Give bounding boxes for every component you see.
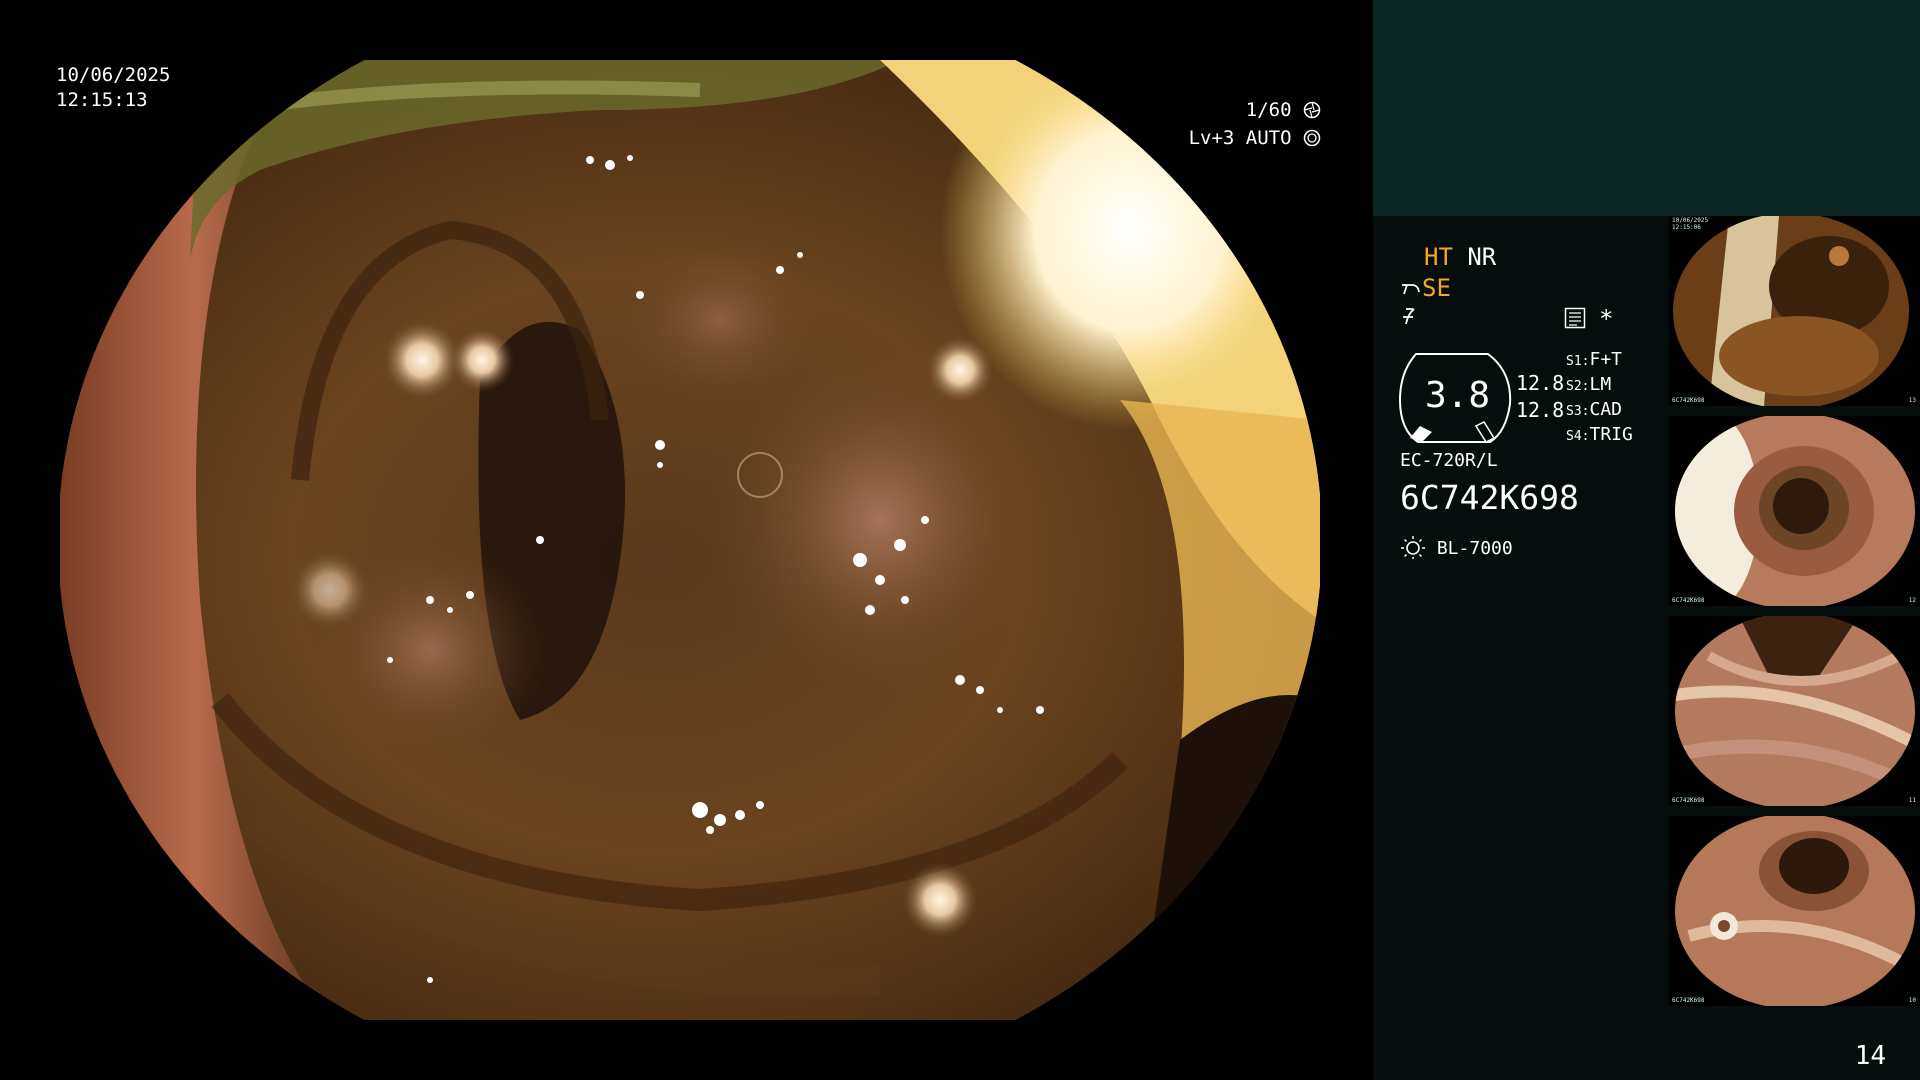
magnification-value: 3.8 — [1425, 375, 1491, 416]
exposure-mode: AUTO — [1245, 127, 1292, 149]
asterisk-icon: * — [1599, 305, 1614, 333]
thumbnail-image — [1675, 616, 1915, 806]
mode-nr: NR — [1467, 243, 1497, 271]
value-bottom: 12.8 — [1516, 398, 1565, 422]
brightness-level: Lv+3 — [1188, 127, 1235, 149]
settings-list-icon — [1564, 307, 1586, 329]
value-top: 12.8 — [1516, 371, 1565, 395]
lamp-icon — [1401, 536, 1425, 559]
info-panel: HT NR SE * 3.8 12.8 12.8 S1:F+T S2:LM S3… — [1373, 0, 1920, 1080]
switch-s2: S2:LM — [1566, 374, 1612, 395]
scope-model: EC-720R/L — [1400, 450, 1498, 471]
endoscope-image — [60, 60, 1320, 1020]
color-enhance-icon — [1403, 308, 1415, 325]
thumbnail-4[interactable]: 6C742K698 10 — [1669, 816, 1920, 1006]
thumbnail-image — [1675, 816, 1915, 1006]
shutter-speed: 1/60 — [1245, 99, 1292, 121]
light-source: BL-7000 — [1436, 538, 1513, 559]
image-count: 14 — [1854, 1041, 1886, 1071]
aperture-icon — [1303, 101, 1321, 119]
thumbnail-image — [1675, 416, 1915, 606]
scope-serial: 6C742K698 — [1400, 478, 1579, 517]
switch-s3: S3:CAD — [1566, 399, 1622, 420]
thumbnail-image — [1673, 216, 1909, 406]
mode-ht: HT — [1424, 243, 1453, 271]
thumbnail-2[interactable]: 6C742K698 12 — [1669, 416, 1920, 606]
switch-s4: S4:TRIG — [1566, 424, 1633, 445]
endoscope-view: 10/06/2025 12:15:13 1/60 Lv+3 AUTO — [0, 0, 1373, 1080]
mode-se: SE — [1422, 274, 1451, 302]
switch-s1: S1:F+T — [1566, 349, 1622, 370]
thumbnail-3[interactable]: 6C742K698 11 — [1669, 616, 1920, 806]
exam-time: 12:15:13 — [56, 89, 148, 111]
exam-date: 10/06/2025 — [56, 64, 171, 86]
panel-header-area — [1373, 0, 1920, 216]
structure-enhance-icon — [1402, 284, 1420, 295]
iris-icon — [1303, 129, 1321, 147]
thumbnail-1[interactable]: 10/06/2025 12:15:06 6C742K698 13 — [1669, 216, 1920, 406]
